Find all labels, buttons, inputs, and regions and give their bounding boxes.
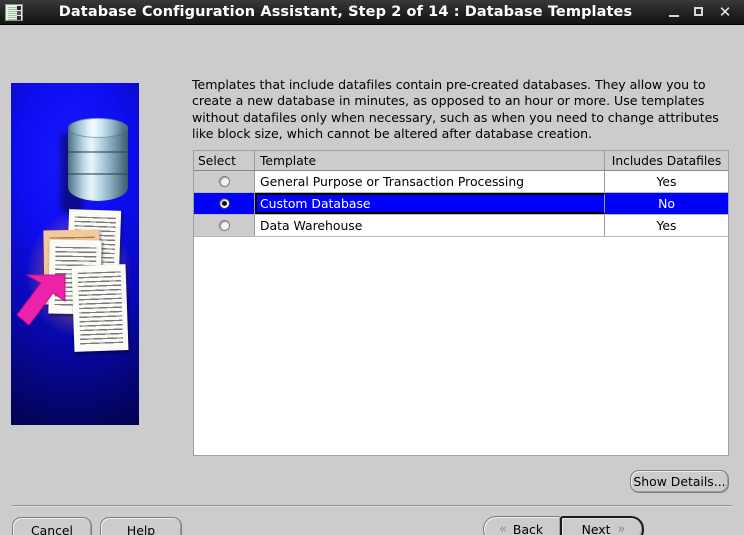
back-button[interactable]: « Back (483, 516, 561, 535)
column-header-includes-datafiles: Includes Datafiles (611, 153, 722, 168)
includes-datafiles-cell: No (605, 193, 728, 214)
chevron-left-icon: « (498, 522, 507, 535)
includes-datafiles-cell: Yes (656, 174, 677, 189)
database-cylinder-icon (68, 118, 128, 206)
column-header-select: Select (194, 151, 255, 170)
app-icon (5, 3, 23, 21)
table-row-selected[interactable]: Custom Database No (194, 193, 728, 215)
document-sheet (71, 264, 129, 352)
description-text: Templates that include datafiles contain… (192, 77, 719, 142)
template-name-cell[interactable]: Data Warehouse (255, 215, 605, 236)
table-header-row: Select Template Includes Datafiles (194, 151, 728, 171)
radio-button-selected[interactable] (218, 198, 230, 209)
radio-button[interactable] (218, 176, 230, 187)
minimize-icon[interactable] (668, 6, 681, 19)
template-name-cell[interactable]: General Purpose or Transaction Processin… (255, 171, 605, 192)
help-button[interactable]: Help (100, 517, 182, 535)
next-button[interactable]: Next » (560, 516, 644, 535)
dialog-content: Templates that include datafiles contain… (0, 25, 744, 535)
maximize-icon[interactable] (693, 6, 706, 19)
chevron-right-icon: » (617, 522, 625, 535)
next-button-label: Next (581, 522, 611, 535)
arrow-icon (17, 271, 69, 329)
show-details-button[interactable]: Show Details... (630, 470, 729, 493)
footer-divider (12, 505, 732, 507)
close-icon[interactable]: ✕ (718, 4, 732, 19)
window-title: Database Configuration Assistant, Step 2… (58, 4, 633, 20)
select-cell[interactable] (194, 215, 255, 236)
dbca-window: Database Configuration Assistant, Step 2… (0, 0, 744, 535)
table-row[interactable]: Data Warehouse Yes (194, 215, 728, 237)
templates-table[interactable]: Select Template Includes Datafiles Gener… (193, 150, 729, 456)
radio-button[interactable] (218, 220, 230, 231)
select-cell[interactable] (194, 171, 255, 192)
navigation-button-group: « Back Next » (483, 516, 644, 535)
column-header-template: Template (255, 151, 605, 170)
template-name-cell[interactable]: Custom Database (255, 193, 605, 214)
banner-illustration (11, 83, 139, 425)
window-controls: ✕ (668, 4, 744, 19)
cancel-button[interactable]: Cancel (12, 517, 92, 535)
table-row[interactable]: General Purpose or Transaction Processin… (194, 171, 728, 193)
back-button-label: Back (512, 522, 544, 535)
window-titlebar: Database Configuration Assistant, Step 2… (0, 0, 744, 25)
includes-datafiles-cell: Yes (656, 218, 677, 233)
select-cell[interactable] (194, 193, 255, 214)
